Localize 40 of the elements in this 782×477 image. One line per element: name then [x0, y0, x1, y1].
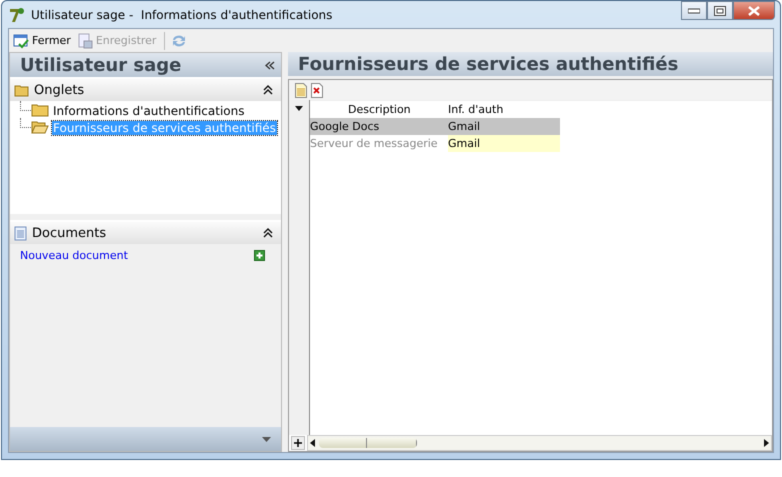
panel-title: Fournisseurs de services authentifiés	[298, 54, 678, 74]
minimize-icon	[688, 8, 700, 14]
column-header[interactable]: Description	[310, 103, 448, 116]
folder-icon	[31, 104, 49, 117]
collapse-left-icon[interactable]	[265, 60, 275, 70]
window-check-icon	[13, 32, 29, 48]
window-title: Utilisateur sage - Informations d'authentifications	[31, 8, 334, 22]
table-cell-text: Serveur de messagerie	[310, 136, 439, 152]
section-title: Documents	[32, 226, 108, 240]
dropdown-icon[interactable]	[262, 436, 271, 442]
new-document-link[interactable]: Nouveau document	[20, 249, 128, 262]
column-header[interactable]: Inf. d'auth	[448, 103, 504, 116]
add-row-button[interactable]	[291, 436, 305, 450]
collapse-icon[interactable]	[263, 228, 273, 238]
minimize-button[interactable]	[681, 1, 707, 20]
horizontal-scrollbar[interactable]	[307, 435, 772, 451]
tree-item[interactable]: Informations d'authentifications	[52, 104, 246, 118]
document-icon	[14, 226, 27, 240]
open-folder-icon	[31, 121, 49, 134]
scroll-left-icon[interactable]	[310, 439, 316, 447]
table-cell: Gmail	[448, 118, 560, 135]
save-icon	[76, 32, 93, 48]
close-button[interactable]	[733, 1, 775, 20]
maximize-button[interactable]	[707, 1, 733, 20]
table-cell: Gmail	[448, 135, 560, 152]
add-icon[interactable]	[254, 250, 265, 261]
scroll-right-icon[interactable]	[763, 439, 769, 447]
row-menu-icon[interactable]	[295, 106, 303, 111]
close-button[interactable]: Fermer	[11, 32, 73, 50]
scrollbar-thumb[interactable]	[319, 438, 417, 448]
close-icon	[748, 6, 760, 16]
maximize-icon	[714, 6, 726, 16]
app-icon	[8, 6, 26, 24]
collapse-icon[interactable]	[263, 85, 273, 95]
table-cell: Google Docs	[310, 118, 448, 135]
section-title: Onglets	[34, 82, 86, 98]
folder-icon	[14, 84, 29, 96]
delete-document-icon[interactable]	[311, 82, 323, 98]
new-document-icon[interactable]	[295, 82, 307, 98]
panel-title: Utilisateur sage	[20, 54, 182, 76]
